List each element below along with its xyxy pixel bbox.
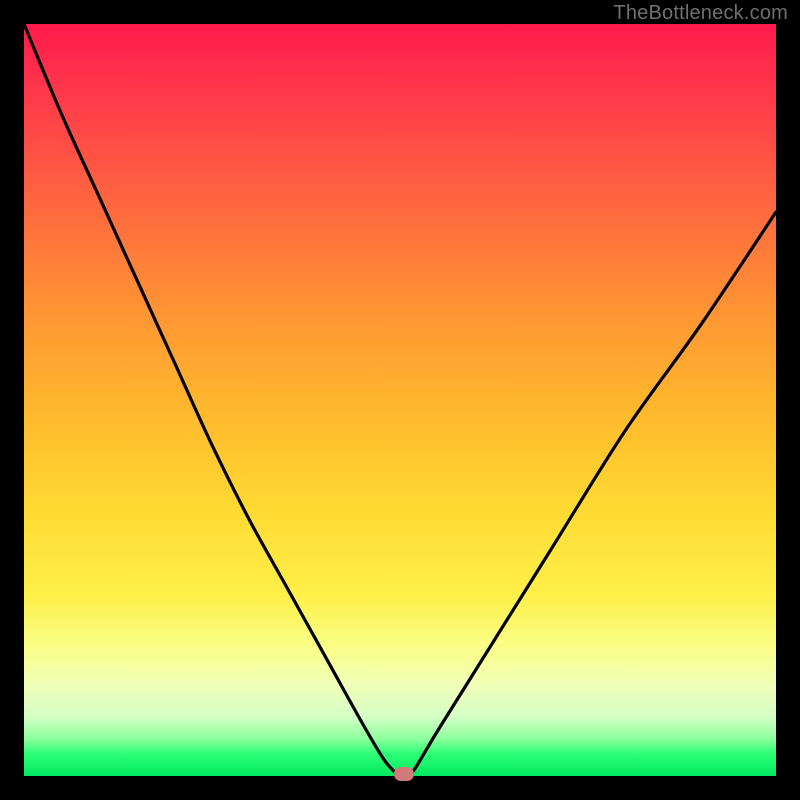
watermark-text: TheBottleneck.com <box>613 2 788 25</box>
plot-area <box>24 24 776 776</box>
optimal-point-marker <box>394 767 414 781</box>
chart-frame: TheBottleneck.com <box>0 0 800 800</box>
bottleneck-curve <box>24 24 776 776</box>
